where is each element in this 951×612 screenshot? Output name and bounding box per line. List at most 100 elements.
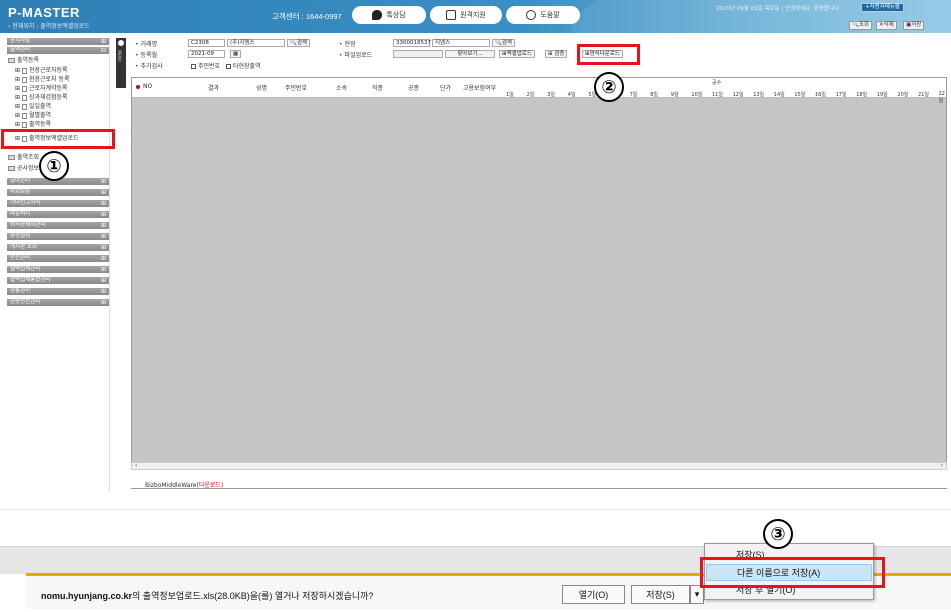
sidebar-tree-item[interactable]: ⊞ 상과재검험등록 [15,94,68,102]
attendance-grid[interactable]: NO 결과 성명 주민번호 소속 직종 공종 단가 고용보험여부 공수 1일 2일… [131,77,947,469]
sidebar-section[interactable]: 퇴직공제회관리 ⊞ [7,222,109,229]
app-logo[interactable]: P-MASTER [8,5,80,20]
remote-support-label: 원격지원 [460,11,486,19]
tree-label: 현장근로자등록 [28,67,68,74]
month-field[interactable]: 2021-09 [188,50,225,58]
sidebar-tree-item[interactable]: ⊞ 월별출역 [15,112,51,120]
save-button[interactable]: 저장(S) [631,585,690,604]
day-col-header[interactable]: 9일 [671,91,679,98]
sidebar-collapse-handle[interactable]: MENU [116,38,126,88]
day-col-header[interactable]: 18일 [856,91,867,98]
excel-upload-button[interactable]: ⊞엑셀업로드 [499,50,535,58]
expand-icon: ⊞ [100,38,106,45]
scroll-left-icon[interactable]: ‹ [135,462,137,469]
collapse-icon: ⊟ [100,47,106,54]
sidebar-section-label: 급여관리 [10,178,31,184]
rrn-checkbox[interactable]: 주민번호 [191,61,220,70]
step-marker-2: ② [594,72,624,102]
chevron-down-icon: ▾ [694,589,700,599]
chat-button[interactable]: 톡상담 [352,6,426,24]
help-button[interactable]: 도움말 [506,6,580,24]
col-header[interactable]: 단가 [440,83,451,92]
sidebar-section[interactable]: 마감처리 ⊞ [7,211,109,218]
col-header[interactable]: 공종 [408,83,419,92]
col-header[interactable]: 직종 [372,83,383,92]
middleware-text: BizboMiddleWare(다운로드) [145,480,223,489]
company-label: 거래명 [135,39,158,48]
day-col-header[interactable]: 4일 [568,91,576,98]
sidebar-section-label: 환경설정 [10,233,31,239]
day-col-header[interactable]: 20일 [897,91,908,98]
file-path-field[interactable] [393,50,443,58]
sidebar-section[interactable]: 출역관리 ⊟ [7,47,109,54]
sidebar-section[interactable]: 기타신고서식 ⊞ [7,200,109,207]
day-col-header[interactable]: 2일 [527,91,535,98]
day-col-header[interactable]: 17일 [836,91,847,98]
sidebar-section[interactable]: 공지사항 ⊞ [7,38,109,45]
site-code-field[interactable]: 3300018537 [393,39,431,47]
day-col-header[interactable]: 8일 [650,91,658,98]
col-header[interactable]: 소속 [336,83,347,92]
sidebar-section-label: 안전관리 [10,255,31,261]
tree-label: 상과재검험등록 [28,94,68,101]
day-col-header[interactable]: 13일 [753,91,764,98]
toolbar-delete-button[interactable]: ✕삭제 [876,21,897,30]
day-col-header[interactable]: 19일 [877,91,888,98]
sidebar-section[interactable]: 협력업체통합관리 ⊞ [7,277,109,284]
toolbar-search-button[interactable]: 🔍조회 [849,21,872,30]
sidebar-tree-item[interactable]: ⊞ 출역등록 [15,121,51,129]
middleware-download-link[interactable]: 다운로드 [199,482,221,489]
sidebar-section[interactable]: 협력업체관리 ⊞ [7,266,109,273]
company-code-field[interactable]: C2308 [188,39,225,47]
document-icon [21,67,27,74]
excel-upload-label: 엑셀업로드 [506,51,532,57]
sidebar-section[interactable]: 현장안전관리 ⊞ [7,299,109,306]
col-header[interactable]: 고용보험여부 [463,83,496,92]
horizontal-scrollbar[interactable]: ‹ › [131,462,947,470]
toolbar-save-label: 저장 [911,22,922,28]
remote-support-button[interactable]: 원격지원 [430,6,502,24]
sidebar-section[interactable]: 공통관리 ⊞ [7,288,109,295]
scroll-right-icon[interactable]: › [941,462,943,469]
sidebar-section[interactable]: 사회보험 ⊞ [7,189,109,196]
user-menu-button[interactable]: +사용자메뉴몰 [861,3,904,12]
day-col-header[interactable]: 10일 [691,91,702,98]
col-header[interactable]: 결과 [208,83,219,92]
day-col-header[interactable]: 16일 [815,91,826,98]
day-col-header[interactable]: 11일 [712,91,723,98]
day-col-header[interactable]: 21일 [918,91,929,98]
sidebar-tree-item[interactable]: ⊞ 근로자계약등록 [15,85,68,93]
toolbar-save-button[interactable]: ▣저장 [903,21,925,30]
sidebar-section[interactable]: 안전관리 ⊞ [7,255,109,262]
day-col-header[interactable]: 12일 [733,91,744,98]
sidebar-section[interactable]: 환경설정 ⊞ [7,233,109,240]
sidebar-tree-item[interactable]: ⊞ 일일출역 [15,103,51,111]
sidebar-tree-folder[interactable]: 출역조회 [8,154,39,162]
sidebar-tree-folder[interactable]: 공사정보 [8,165,39,173]
day-col-header[interactable]: 22일 [939,91,946,104]
site-name-field[interactable]: 지엠스 [432,39,490,47]
folder-icon [8,166,15,171]
extra-check-label: 추가검사 [135,61,163,70]
sidebar-tree-folder[interactable]: 출역등록 [8,57,39,65]
day-col-header[interactable]: 15일 [794,91,805,98]
company-search-button[interactable]: 🔍검색 [287,39,310,47]
col-header[interactable]: 성명 [256,83,267,92]
verify-button[interactable]: ⊞ 검증 [545,50,568,58]
day-col-header[interactable]: 7일 [630,91,638,98]
sidebar-tree-item[interactable]: ⊞ 현장근로자등록 [15,67,68,75]
sidebar-tree-item[interactable]: ⊞ 현장근로자 등록 [15,76,70,84]
search-icon: 🔍 [852,22,859,28]
col-header[interactable]: 주민번호 [285,83,307,92]
site-search-button[interactable]: 🔍검색 [492,39,515,47]
day-col-header[interactable]: 1일 [506,91,514,98]
day-col-header[interactable]: 14일 [774,91,785,98]
other-site-checkbox[interactable]: 타현장출역 [226,61,261,70]
browse-button[interactable]: 찾아보기... [445,50,495,58]
col-header[interactable]: NO [143,83,152,90]
company-name-field[interactable]: (주)지엠스 [227,39,285,47]
calendar-button[interactable]: ▦ [230,50,242,58]
day-col-header[interactable]: 3일 [547,91,555,98]
sidebar-section[interactable]: 게시판 조회 ⊞ [7,244,109,251]
open-button[interactable]: 열기(O) [562,585,625,604]
